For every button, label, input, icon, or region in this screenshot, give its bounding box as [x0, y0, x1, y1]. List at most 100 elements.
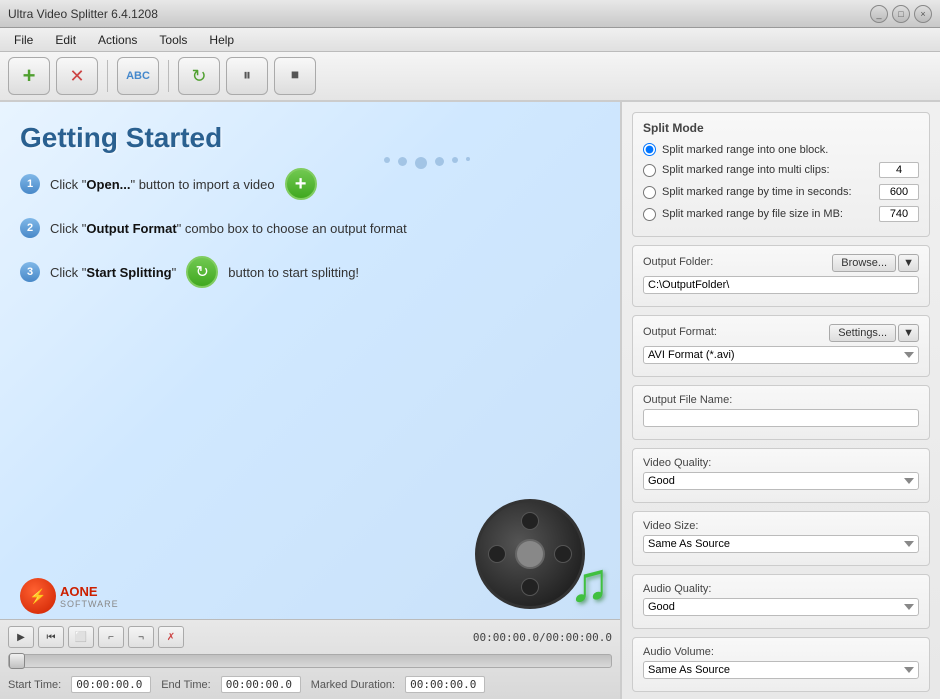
seek-bar[interactable] — [8, 654, 612, 668]
video-size-dropdown[interactable]: Same As Source Custom — [643, 535, 919, 553]
toolbar: + ✕ ABC ↻ ⏸ ⏹ — [0, 52, 940, 102]
step-1-text: Click "Open..." button to import a video — [50, 177, 275, 192]
split-option-3: Split marked range by time in seconds: — [643, 184, 919, 200]
music-note-decoration: ♫ — [569, 550, 610, 614]
logo-wrapper: ⚡ AONE SOFTWARE — [20, 578, 119, 614]
split-label-1: Split marked range into one block. — [662, 144, 919, 156]
menu-file[interactable]: File — [4, 31, 43, 49]
split-mode-title: Split Mode — [643, 121, 919, 135]
play-button[interactable]: ▶ — [8, 626, 34, 648]
menu-edit[interactable]: Edit — [45, 31, 86, 49]
output-format-dropdown[interactable]: AVI Format (*.avi) — [643, 346, 919, 364]
browse-button[interactable]: Browse... — [832, 254, 896, 272]
split-radio-2[interactable] — [643, 164, 656, 177]
audio-quality-dropdown[interactable]: Good Better Best Low — [643, 598, 919, 616]
getting-started-section: Getting Started — [0, 102, 620, 168]
abc-icon: ABC — [126, 70, 150, 82]
menu-help[interactable]: Help — [199, 31, 244, 49]
split-value-2[interactable] — [879, 162, 919, 178]
dot-5 — [452, 157, 458, 163]
cancel-button[interactable]: ✕ — [56, 57, 98, 95]
window-title: Ultra Video Splitter 6.4.1208 — [8, 7, 158, 21]
cancel-icon: ✕ — [69, 66, 84, 87]
toolbar-separator-2 — [168, 60, 169, 92]
add-icon: + — [23, 63, 36, 89]
main-layout: Getting Started 1 Click "Open..." button… — [0, 102, 940, 699]
mark-end-button[interactable]: ¬ — [128, 626, 154, 648]
step-1-num: 1 — [20, 174, 40, 194]
audio-volume-dropdown[interactable]: Same As Source Custom — [643, 661, 919, 679]
audio-volume-label: Audio Volume: — [643, 646, 919, 658]
split-value-4[interactable] — [879, 206, 919, 222]
aone-logo: ⚡ — [20, 578, 56, 614]
video-quality-dropdown[interactable]: Good Better Best Low — [643, 472, 919, 490]
split-option-2: Split marked range into multi clips: — [643, 162, 919, 178]
split-value-3[interactable] — [879, 184, 919, 200]
marked-duration-label: Marked Duration: — [311, 679, 395, 691]
audio-quality-label: Audio Quality: — [643, 583, 919, 595]
pause-icon: ⏸ — [243, 67, 251, 85]
video-size-section: Video Size: Same As Source Custom — [632, 511, 930, 566]
output-filename-section: Output File Name: — [632, 385, 930, 440]
add-button[interactable]: + — [8, 57, 50, 95]
toolbar-separator-1 — [107, 60, 108, 92]
dot-1 — [384, 157, 390, 163]
reel-hole-left — [488, 545, 506, 563]
left-panel: Getting Started 1 Click "Open..." button… — [0, 102, 620, 699]
step-3-icon[interactable]: ↻ — [186, 256, 218, 288]
snapshot-button[interactable]: ⬜ — [68, 626, 94, 648]
split-radio-3[interactable] — [643, 186, 656, 199]
stop-button[interactable]: ⏹ — [274, 57, 316, 95]
frame-back-button[interactable]: ⏮ — [38, 626, 64, 648]
step-3-text: Click "Start Splitting" — [50, 265, 176, 280]
output-folder-path[interactable] — [643, 276, 919, 294]
start-time-value: 00:00:00.0 — [71, 676, 151, 693]
menu-tools[interactable]: Tools — [149, 31, 197, 49]
split-label-4: Split marked range by file size in MB: — [662, 208, 873, 220]
output-folder-label: Output Folder: — [643, 256, 713, 268]
bg-decoration — [384, 157, 470, 169]
dot-3 — [415, 157, 427, 169]
refresh-icon: ↻ — [191, 66, 206, 87]
right-panel: Split Mode Split marked range into one b… — [620, 102, 940, 699]
step-1-icon[interactable]: + — [285, 168, 317, 200]
logo-name: AONE — [60, 584, 119, 599]
title-bar: Ultra Video Splitter 6.4.1208 _ □ × — [0, 0, 940, 28]
start-time-label: Start Time: — [8, 679, 61, 691]
video-quality-label: Video Quality: — [643, 457, 919, 469]
seek-thumb — [9, 653, 25, 669]
time-display: 00:00:00.0/00:00:00.0 — [473, 631, 612, 644]
menu-bar: File Edit Actions Tools Help — [0, 28, 940, 52]
abc-button[interactable]: ABC — [117, 57, 159, 95]
menu-actions[interactable]: Actions — [88, 31, 147, 49]
logo-area: ⚡ AONE SOFTWARE — [20, 578, 119, 614]
split-radio-1[interactable] — [643, 143, 656, 156]
split-option-1: Split marked range into one block. — [643, 143, 919, 156]
video-size-label: Video Size: — [643, 520, 919, 532]
pause-button[interactable]: ⏸ — [226, 57, 268, 95]
refresh-button[interactable]: ↻ — [178, 57, 220, 95]
stop-icon: ⏹ — [291, 67, 299, 85]
split-button[interactable]: ✗ — [158, 626, 184, 648]
dot-2 — [398, 157, 407, 166]
playback-row: ▶ ⏮ ⬜ ⌐ ¬ ✗ 00:00:00.0/00:00:00.0 — [0, 620, 620, 654]
split-radio-4[interactable] — [643, 208, 656, 221]
close-button[interactable]: × — [914, 5, 932, 23]
browse-dropdown-button[interactable]: ▼ — [898, 254, 919, 272]
settings-dropdown-button[interactable]: ▼ — [898, 324, 919, 342]
time-info-row: Start Time: 00:00:00.0 End Time: 00:00:0… — [0, 672, 620, 699]
mark-start-button[interactable]: ⌐ — [98, 626, 124, 648]
split-mode-section: Split Mode Split marked range into one b… — [632, 112, 930, 237]
step-1: 1 Click "Open..." button to import a vid… — [20, 168, 600, 200]
settings-button[interactable]: Settings... — [829, 324, 896, 342]
reel-center — [515, 539, 545, 569]
maximize-button[interactable]: □ — [892, 5, 910, 23]
end-time-value: 00:00:00.0 — [221, 676, 301, 693]
refresh-icon-step3: ↻ — [196, 262, 209, 282]
output-filename-input[interactable] — [643, 409, 919, 427]
output-format-section: Output Format: Settings... ▼ AVI Format … — [632, 315, 930, 377]
audio-quality-section: Audio Quality: Good Better Best Low — [632, 574, 930, 629]
minimize-button[interactable]: _ — [870, 5, 888, 23]
step-2-text: Click "Output Format" combo box to choos… — [50, 221, 407, 236]
step-2: 2 Click "Output Format" combo box to cho… — [20, 218, 600, 238]
